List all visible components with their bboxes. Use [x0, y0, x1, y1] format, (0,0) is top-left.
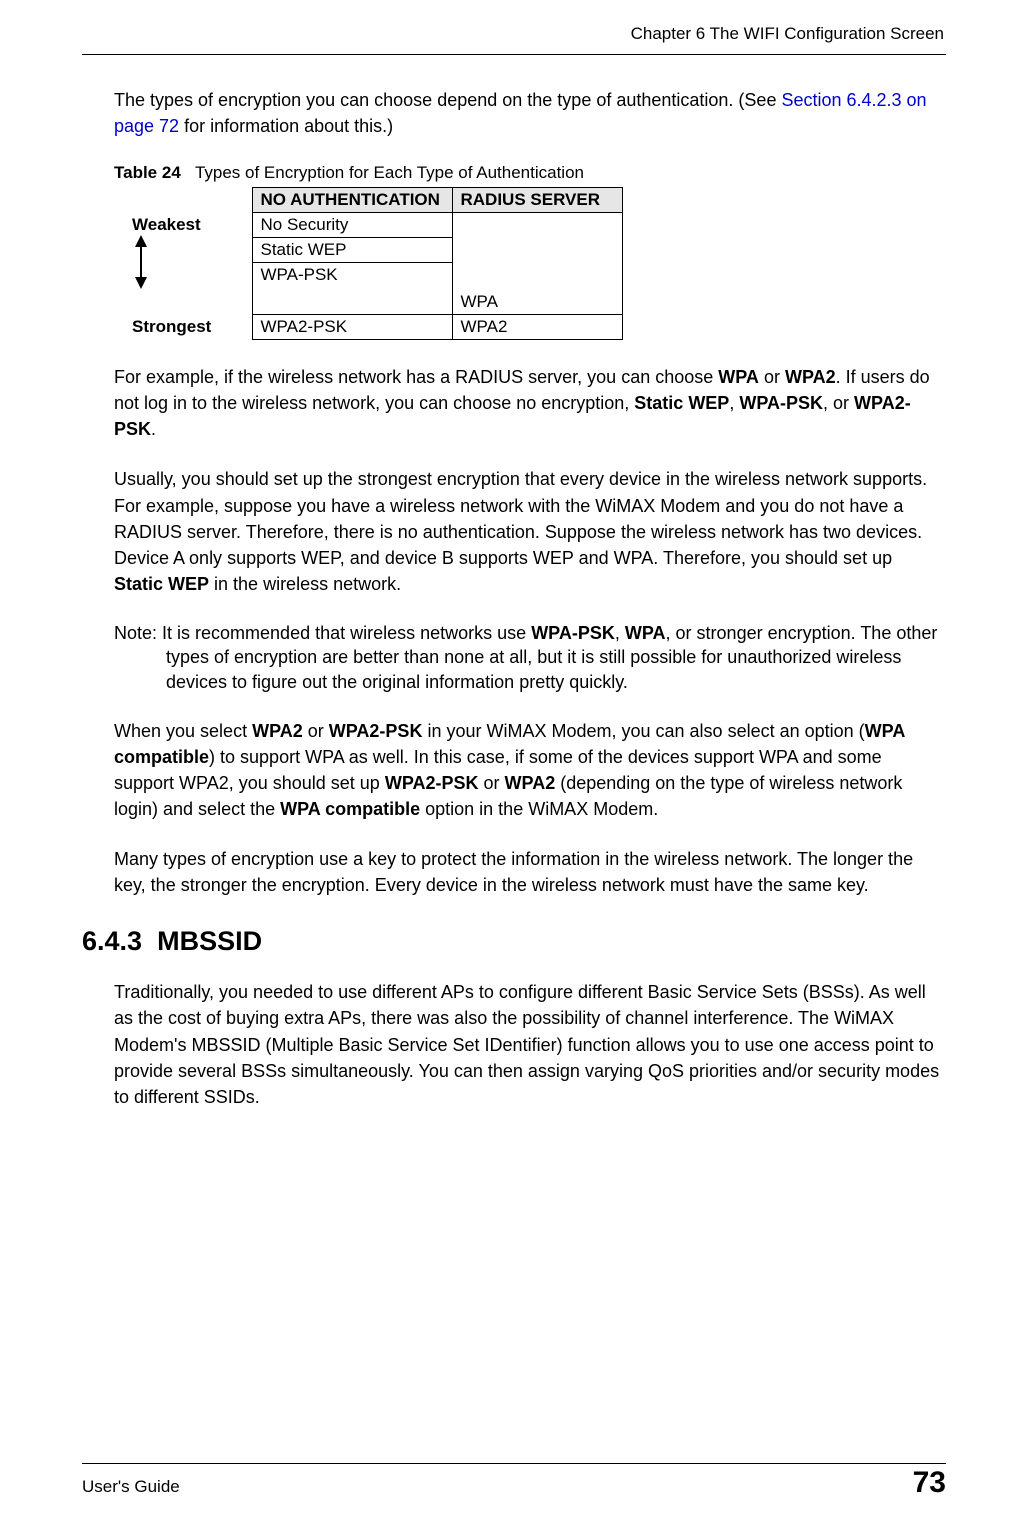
- para-mbssid: Traditionally, you needed to use differe…: [114, 979, 946, 1109]
- table-title: Types of Encryption for Each Type of Aut…: [195, 163, 584, 182]
- table-caption: Table 24 Types of Encryption for Each Ty…: [114, 163, 946, 183]
- cell-wpa: WPA: [461, 292, 498, 312]
- cell-wpa2: WPA2: [452, 315, 622, 340]
- intro-text-before: The types of encryption you can choose d…: [114, 90, 781, 110]
- rowlabel-weakest: Weakest: [132, 213, 252, 315]
- weakest-label: Weakest: [132, 215, 201, 234]
- cell-static-wep: Static WEP: [252, 238, 452, 263]
- note-block: Note: It is recommended that wireless ne…: [114, 621, 946, 694]
- para-radius-example: For example, if the wireless network has…: [114, 364, 946, 442]
- section-number: 6.4.3: [82, 926, 142, 956]
- cell-no-security: No Security: [252, 213, 452, 238]
- th-no-auth: NO AUTHENTICATION: [252, 188, 452, 213]
- table-number: Table 24: [114, 163, 181, 182]
- rowlabel-strongest: Strongest: [132, 315, 252, 340]
- intro-text-after: for information about this.): [179, 116, 393, 136]
- corner-blank: [132, 188, 252, 213]
- strength-arrow-icon: [132, 274, 150, 293]
- encryption-table: NO AUTHENTICATION RADIUS SERVER Weakest: [132, 187, 623, 340]
- footer-rule: [82, 1463, 946, 1464]
- cell-wpa-span: WPA: [452, 213, 622, 315]
- page-footer: User's Guide 73: [82, 1463, 946, 1500]
- cell-wpa2-psk: WPA2-PSK: [252, 315, 452, 340]
- para-wpa-compatible: When you select WPA2 or WPA2-PSK in your…: [114, 718, 946, 822]
- section-title: MBSSID: [157, 926, 262, 956]
- header-rule: [82, 54, 946, 55]
- section-heading: 6.4.3 MBSSID: [82, 926, 946, 957]
- para-key-length: Many types of encryption use a key to pr…: [114, 846, 946, 898]
- note-label: Note:: [114, 623, 162, 643]
- cell-wpa-psk: WPA-PSK: [252, 263, 452, 315]
- para-strongest-setup: Usually, you should set up the strongest…: [114, 466, 946, 596]
- footer-guide: User's Guide: [82, 1477, 180, 1497]
- th-radius: RADIUS SERVER: [452, 188, 622, 213]
- intro-paragraph: The types of encryption you can choose d…: [114, 87, 946, 139]
- running-header: Chapter 6 The WIFI Configuration Screen: [82, 24, 946, 48]
- footer-page-number: 73: [913, 1466, 946, 1500]
